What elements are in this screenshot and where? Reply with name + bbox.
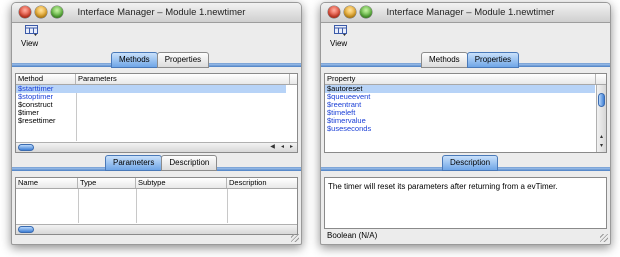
column-header-parameters[interactable]: Parameters: [76, 74, 290, 84]
view-icon: [334, 25, 347, 36]
property-row[interactable]: $useseconds: [325, 125, 595, 133]
title-bar[interactable]: Interface Manager – Module 1.newtimer: [12, 3, 301, 23]
description-pane: The timer will reset its parameters afte…: [324, 177, 607, 229]
tab-methods[interactable]: Methods: [421, 52, 468, 68]
method-row[interactable]: $stoptimer: [16, 93, 286, 101]
column-divider: [227, 189, 228, 223]
resize-grip-icon[interactable]: [291, 234, 299, 242]
column-header-type[interactable]: Type: [78, 178, 136, 188]
tab-description[interactable]: Description: [442, 155, 499, 171]
method-row[interactable]: $starttimer: [16, 85, 286, 93]
interface-manager-window-properties: Interface Manager – Module 1.newtimer Vi…: [320, 2, 611, 245]
view-label: View: [21, 39, 39, 48]
toolbar: View: [321, 23, 610, 51]
status-text: Boolean (N/A): [327, 231, 378, 240]
sub-tabs: Parameters Description: [105, 155, 218, 171]
method-row[interactable]: $timer: [16, 109, 286, 117]
parameters-table: Name Type Subtype Description: [15, 177, 298, 235]
main-tabs: Methods Properties: [421, 52, 520, 68]
horizontal-scrollbar[interactable]: ◀ ◂ ▸: [16, 142, 297, 152]
scroll-thumb[interactable]: [18, 226, 34, 233]
properties-table: Property $autoreset $queueevent $reentrant…: [324, 73, 607, 153]
window-title: Interface Manager – Module 1.newtimer: [77, 7, 246, 18]
property-row[interactable]: $queueevent: [325, 93, 595, 101]
resize-grip-icon[interactable]: [600, 234, 608, 242]
table-header: Property: [325, 74, 606, 85]
scroll-right-icon[interactable]: ▸: [287, 143, 296, 152]
view-label: View: [330, 39, 348, 48]
tab-properties[interactable]: Properties: [156, 52, 210, 68]
column-divider: [78, 189, 79, 223]
scroll-arrow-icon[interactable]: ◀: [268, 143, 277, 152]
horizontal-scrollbar[interactable]: [16, 224, 297, 234]
table-header: Method Parameters: [16, 74, 297, 85]
column-divider: [136, 189, 137, 223]
scroll-thumb[interactable]: [598, 93, 605, 107]
column-header-method[interactable]: Method: [16, 74, 76, 84]
column-header-subtype[interactable]: Subtype: [136, 178, 227, 188]
table-header: Name Type Subtype Description: [16, 178, 297, 189]
toolbar: View: [12, 23, 301, 51]
main-tabs: Methods Properties: [111, 52, 210, 68]
vertical-scrollbar[interactable]: ▴ ▾: [596, 85, 606, 152]
tab-properties[interactable]: Properties: [466, 52, 520, 68]
column-header-property[interactable]: Property: [325, 74, 596, 84]
methods-table: Method Parameters $starttimer $stoptimer $…: [15, 73, 298, 153]
interface-manager-window-methods: Interface Manager – Module 1.newtimer Vi…: [11, 2, 302, 245]
column-header-name[interactable]: Name: [16, 178, 78, 188]
description-text[interactable]: The timer will reset its parameters afte…: [328, 182, 602, 192]
scroll-up-icon[interactable]: ▴: [597, 133, 606, 142]
property-row[interactable]: $reentrant: [325, 101, 595, 109]
tab-description[interactable]: Description: [161, 155, 218, 171]
view-icon: [25, 25, 38, 36]
tab-parameters[interactable]: Parameters: [105, 155, 163, 171]
scroll-thumb[interactable]: [18, 144, 34, 151]
method-row[interactable]: $construct: [16, 101, 286, 109]
method-row[interactable]: $resettimer: [16, 117, 286, 125]
scroll-down-icon[interactable]: ▾: [597, 142, 606, 151]
tab-methods[interactable]: Methods: [111, 52, 158, 68]
sub-tabs: Description: [442, 155, 499, 171]
window-title: Interface Manager – Module 1.newtimer: [386, 7, 555, 18]
title-bar[interactable]: Interface Manager – Module 1.newtimer: [321, 3, 610, 23]
scroll-left-icon[interactable]: ◂: [278, 143, 287, 152]
column-header-description[interactable]: Description: [227, 178, 297, 188]
